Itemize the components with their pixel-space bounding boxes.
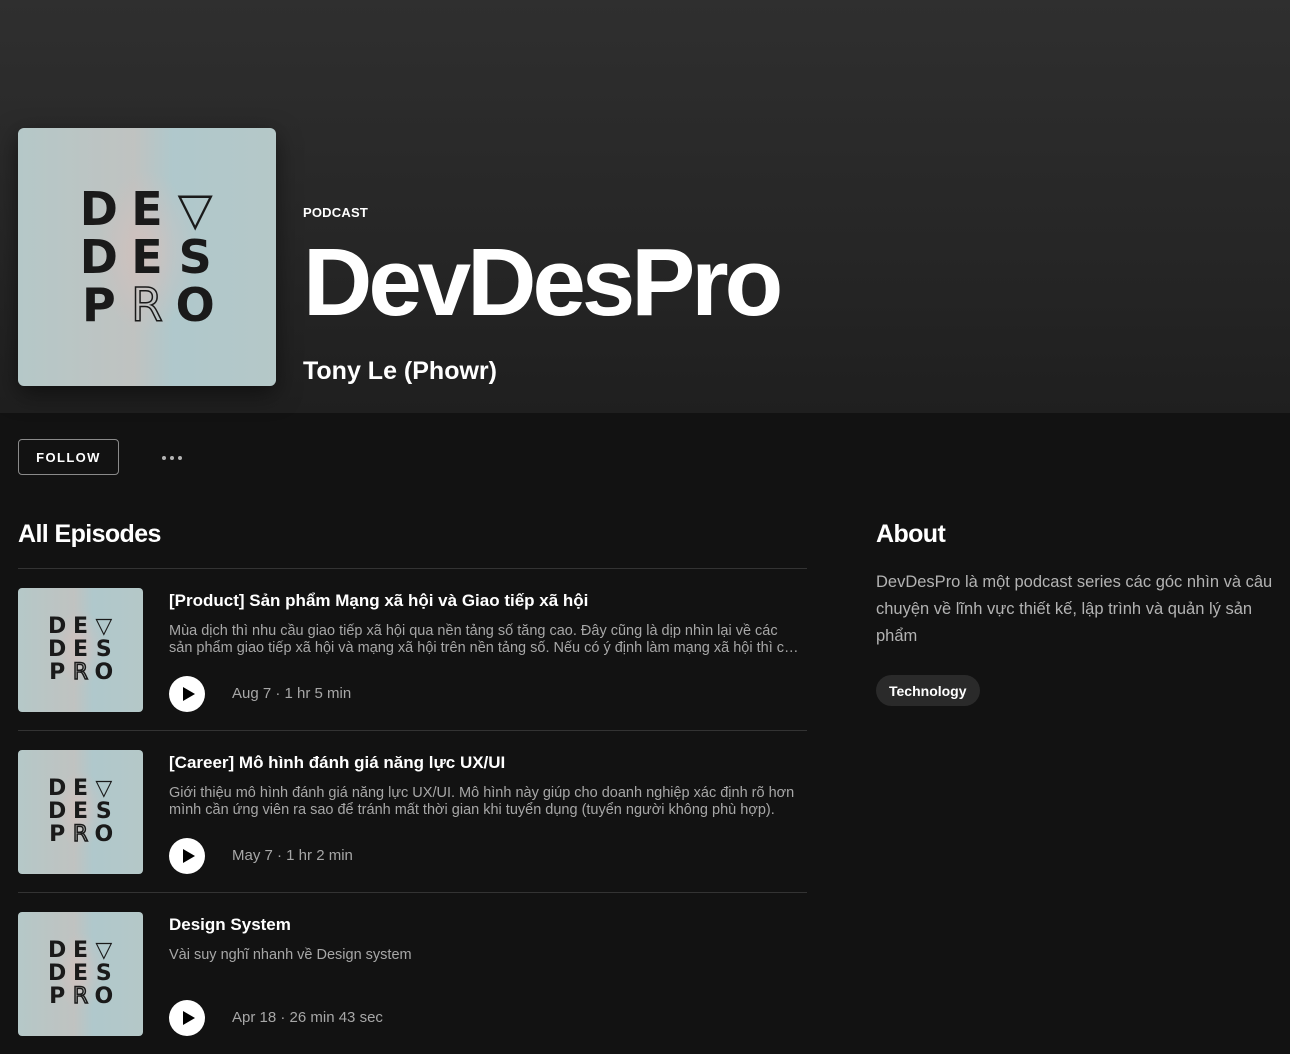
about-description: DevDesPro là một podcast series các góc …: [876, 573, 1273, 645]
all-episodes-heading: All Episodes: [18, 520, 161, 548]
episode-thumbnail: D E ▽ D E S P R O: [18, 588, 143, 712]
cover-letter: O: [175, 278, 215, 333]
follow-button[interactable]: FOLLOW: [18, 439, 119, 475]
cover-letter: D: [48, 775, 67, 801]
cover-letter: E: [131, 229, 163, 284]
cover-letter: E: [72, 775, 88, 801]
cover-letter: S: [95, 960, 112, 986]
episode-thumbnail: D E ▽ D E S P R O: [18, 912, 143, 1036]
episode-description: Mùa dịch thì nhu cầu giao tiếp xã hội qu…: [169, 623, 801, 656]
cover-letter: R: [72, 822, 89, 848]
podcast-cover-art: D E ▽ D E S P R O: [18, 128, 276, 386]
episode-title[interactable]: [Career] Mô hình đánh giá năng lực UX/UI: [169, 753, 505, 773]
cover-letter: R: [72, 660, 89, 686]
cover-letter: P: [81, 278, 116, 333]
more-icon: [170, 456, 174, 460]
cover-letter: E: [72, 613, 88, 639]
category-tag[interactable]: Technology: [876, 675, 980, 706]
cover-letter: ▽: [95, 775, 113, 801]
play-button[interactable]: [169, 1000, 205, 1036]
content-type-label: PODCAST: [303, 205, 368, 220]
cover-letter: E: [72, 798, 88, 824]
episode-date-duration: Aug 7 · 1 hr 5 min: [232, 685, 352, 702]
cover-letter: D: [48, 636, 67, 662]
cover-letter: E: [72, 960, 88, 986]
cover-letter: ▽: [95, 937, 113, 963]
cover-logo: D E ▽ D E S P R O: [75, 185, 219, 329]
play-button[interactable]: [169, 838, 205, 874]
episode-title[interactable]: [Product] Sản phẩm Mạng xã hội và Giao t…: [169, 591, 588, 611]
more-icon: [162, 456, 166, 460]
episode-thumbnail: D E ▽ D E S P R O: [18, 750, 143, 874]
cover-letter: S: [178, 229, 212, 284]
more-icon: [178, 456, 182, 460]
episode-description: Vài suy nghĩ nhanh về Design system: [169, 947, 412, 963]
about-heading: About: [876, 520, 946, 548]
episode-list: D E ▽ D E S P R O [Product] Sản phẩm Mạn…: [18, 568, 807, 1054]
cover-letter: P: [49, 822, 66, 848]
cover-letter: ▽: [177, 181, 213, 236]
cover-letter: E: [131, 181, 163, 236]
podcast-author[interactable]: Tony Le (Phowr): [303, 355, 497, 387]
cover-letter: ▽: [95, 613, 113, 639]
cover-letter: P: [49, 984, 66, 1010]
more-options-button[interactable]: [152, 442, 192, 474]
cover-letter: P: [49, 660, 66, 686]
episode-description: Giới thiệu mô hình đánh giá năng lực UX/…: [169, 785, 795, 818]
cover-letter: D: [48, 960, 67, 986]
podcast-title: DevDesPro: [303, 229, 783, 336]
cover-letter: E: [72, 636, 88, 662]
episode-date-duration: May 7 · 1 hr 2 min: [232, 847, 353, 864]
cover-letter: D: [48, 613, 67, 639]
cover-letter: D: [79, 181, 118, 236]
cover-letter: S: [95, 636, 112, 662]
cover-letter: R: [130, 278, 163, 333]
episode-row[interactable]: D E ▽ D E S P R O [Career] Mô hình đánh …: [18, 730, 807, 892]
episode-row[interactable]: D E ▽ D E S P R O Design System Vài suy …: [18, 892, 807, 1054]
play-button[interactable]: [169, 676, 205, 712]
cover-letter: E: [72, 937, 88, 963]
cover-letter: D: [48, 937, 67, 963]
play-icon: [182, 849, 195, 863]
episode-row[interactable]: D E ▽ D E S P R O [Product] Sản phẩm Mạn…: [18, 568, 807, 730]
episode-date-duration: Apr 18 · 26 min 43 sec: [232, 1009, 383, 1026]
cover-letter: O: [94, 984, 114, 1010]
cover-letter: O: [94, 660, 114, 686]
cover-letter: O: [94, 822, 114, 848]
podcast-meta: PODCAST: [303, 205, 368, 220]
cover-letter: R: [72, 984, 89, 1010]
play-icon: [182, 687, 195, 701]
episode-title[interactable]: Design System: [169, 915, 291, 935]
cover-letter: D: [79, 229, 118, 284]
cover-letter: D: [48, 798, 67, 824]
play-icon: [182, 1011, 195, 1025]
cover-letter: S: [95, 798, 112, 824]
